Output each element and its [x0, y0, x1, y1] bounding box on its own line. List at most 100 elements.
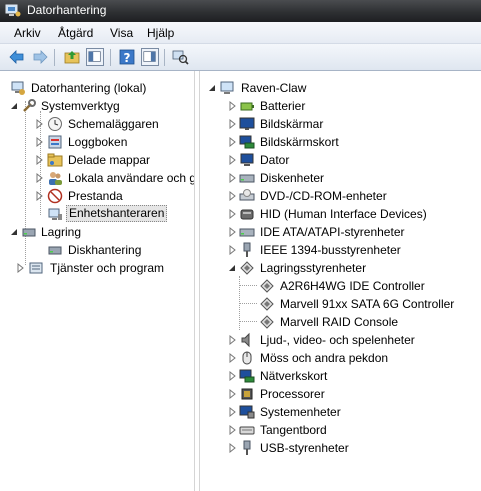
- help-icon[interactable]: ?: [118, 48, 136, 66]
- device-category-mice-pointing[interactable]: Möss och andra pekdon: [200, 349, 480, 367]
- menu-atgard[interactable]: Åtgärd: [58, 26, 93, 40]
- device-category-label: Batterier: [260, 99, 306, 113]
- tree-item-label: Diskhantering: [68, 243, 142, 257]
- tree-item-task-scheduler[interactable]: Schemaläggaren: [2, 115, 193, 133]
- show-hide-icon[interactable]: [141, 48, 159, 66]
- dvd-drive-icon: [239, 189, 255, 201]
- device-item-marvell-sata-6g[interactable]: Marvell 91xx SATA 6G Controller: [200, 295, 480, 313]
- device-category-processors[interactable]: Processorer: [200, 385, 480, 403]
- disk-drive-icon: [239, 174, 255, 183]
- expanded-arrow-icon[interactable]: [10, 101, 19, 111]
- device-category-storage-controllers[interactable]: Lagringsstyrenheter: [200, 259, 480, 277]
- tree-item-label: Lokala användare och g: [68, 171, 195, 185]
- scan-hardware-icon[interactable]: [171, 48, 189, 66]
- menu-arkiv[interactable]: Arkiv: [14, 26, 41, 40]
- collapsed-arrow-icon[interactable]: [35, 191, 44, 201]
- expanded-arrow-icon[interactable]: [208, 83, 217, 93]
- collapsed-arrow-icon[interactable]: [228, 389, 237, 399]
- menu-visa[interactable]: Visa: [110, 26, 133, 40]
- tree-item-label: Schemaläggaren: [68, 117, 159, 131]
- event-log-icon: [48, 135, 62, 149]
- device-category-monitors[interactable]: Bildskärmar: [200, 115, 480, 133]
- device-category-label: Nätverkskort: [260, 369, 328, 383]
- keyboard-icon: [239, 426, 255, 435]
- collapsed-arrow-icon[interactable]: [35, 119, 44, 129]
- device-root-computer[interactable]: Raven-Claw: [200, 79, 480, 97]
- menu-hjalp[interactable]: Hjälp: [147, 26, 174, 40]
- title-bar[interactable]: Datorhantering: [0, 0, 481, 22]
- back-arrow-icon[interactable]: [8, 48, 26, 66]
- tree-item-local-users[interactable]: Lokala användare och g: [2, 169, 195, 187]
- tree-item-device-manager[interactable]: Enhetshanteraren: [2, 205, 193, 223]
- device-category-sound-video-game[interactable]: Ljud-, video- och spelenheter: [200, 331, 480, 349]
- collapsed-arrow-icon[interactable]: [228, 425, 237, 435]
- device-category-ide-ata-atapi[interactable]: IDE ATA/ATAPI-styrenheter: [200, 223, 480, 241]
- device-category-network-adapters[interactable]: Nätverkskort: [200, 367, 480, 385]
- tree-item-system-tools[interactable]: Systemverktyg: [2, 97, 193, 115]
- up-folder-icon[interactable]: [63, 48, 81, 66]
- collapsed-arrow-icon[interactable]: [35, 155, 44, 165]
- mouse-icon: [242, 351, 252, 365]
- tree-item-event-viewer[interactable]: Loggboken: [2, 133, 193, 151]
- console-tree-pane[interactable]: Datorhantering (lokal) Systemverktyg Sch…: [2, 71, 195, 491]
- collapsed-arrow-icon[interactable]: [228, 245, 237, 255]
- tree-item-performance[interactable]: Prestanda: [2, 187, 193, 205]
- device-category-system-devices[interactable]: Systemenheter: [200, 403, 480, 421]
- device-category-display-adapters[interactable]: Bildskärmskort: [200, 133, 480, 151]
- tree-item-computer-management[interactable]: Datorhantering (lokal): [2, 79, 193, 97]
- collapsed-arrow-icon[interactable]: [228, 407, 237, 417]
- shared-folder-icon: [47, 153, 63, 167]
- device-category-computer[interactable]: Dator: [200, 151, 480, 169]
- device-category-hid[interactable]: HID (Human Interface Devices): [200, 205, 480, 223]
- collapsed-arrow-icon[interactable]: [228, 443, 237, 453]
- collapsed-arrow-icon[interactable]: [228, 101, 237, 111]
- collapsed-arrow-icon[interactable]: [228, 209, 237, 219]
- device-category-ieee-1394[interactable]: IEEE 1394-busstyrenheter: [200, 241, 480, 259]
- collapsed-arrow-icon[interactable]: [35, 137, 44, 147]
- expanded-arrow-icon[interactable]: [10, 227, 19, 237]
- collapsed-arrow-icon[interactable]: [228, 119, 237, 129]
- collapsed-arrow-icon[interactable]: [228, 173, 237, 183]
- device-category-dvd-cd-rom[interactable]: DVD-/CD-ROM-enheter: [200, 187, 480, 205]
- toolbar-separator: [54, 49, 55, 66]
- hid-icon: [240, 209, 254, 220]
- device-category-label: IDE ATA/ATAPI-styrenheter: [260, 225, 405, 239]
- collapsed-arrow-icon[interactable]: [228, 335, 237, 345]
- device-category-usb-controllers[interactable]: USB-styrenheter: [200, 439, 480, 457]
- device-category-label: Tangentbord: [260, 423, 327, 437]
- storage-controller-icon: [260, 297, 274, 311]
- tree-item-services-applications[interactable]: Tjänster och program: [2, 259, 193, 277]
- device-item-marvell-raid-console[interactable]: Marvell RAID Console: [200, 313, 480, 331]
- device-category-keyboards[interactable]: Tangentbord: [200, 421, 480, 439]
- collapsed-arrow-icon[interactable]: [35, 173, 44, 183]
- device-item-a2r6h4wg-ide[interactable]: A2R6H4WG IDE Controller: [200, 277, 480, 295]
- expanded-arrow-icon[interactable]: [228, 263, 237, 273]
- window-title: Datorhantering: [27, 3, 107, 17]
- device-tree-pane[interactable]: Raven-Claw Batterier Bildskärmar Bildskä…: [199, 71, 481, 491]
- tree-item-shared-folders[interactable]: Delade mappar: [2, 151, 193, 169]
- tree-item-disk-management[interactable]: Diskhantering: [2, 241, 193, 259]
- console-tree-icon[interactable]: [86, 48, 104, 66]
- device-category-batteries[interactable]: Batterier: [200, 97, 480, 115]
- forward-arrow-icon[interactable]: [31, 48, 49, 66]
- collapsed-arrow-icon[interactable]: [228, 371, 237, 381]
- collapsed-arrow-icon[interactable]: [228, 191, 237, 201]
- collapsed-arrow-icon[interactable]: [16, 263, 25, 273]
- ide-controller-icon: [239, 228, 255, 237]
- collapsed-arrow-icon[interactable]: [228, 155, 237, 165]
- network-adapter-icon: [239, 369, 255, 383]
- tree-item-storage[interactable]: Lagring: [2, 223, 193, 241]
- collapsed-arrow-icon[interactable]: [228, 137, 237, 147]
- collapsed-arrow-icon[interactable]: [228, 353, 237, 363]
- computer-management-window: Datorhantering Arkiv Åtgärd Visa Hjälp ?: [0, 0, 481, 491]
- services-icon: [29, 262, 43, 274]
- collapsed-arrow-icon[interactable]: [228, 227, 237, 237]
- tree-item-label: Loggboken: [68, 135, 128, 149]
- device-category-label: Systemenheter: [260, 405, 341, 419]
- tree-item-label: Tjänster och program: [50, 261, 165, 275]
- device-category-disk-drives[interactable]: Diskenheter: [200, 169, 480, 187]
- tree-item-label: Prestanda: [68, 189, 123, 203]
- device-category-label: IEEE 1394-busstyrenheter: [260, 243, 401, 257]
- performance-icon: [47, 188, 63, 204]
- battery-icon: [240, 102, 254, 111]
